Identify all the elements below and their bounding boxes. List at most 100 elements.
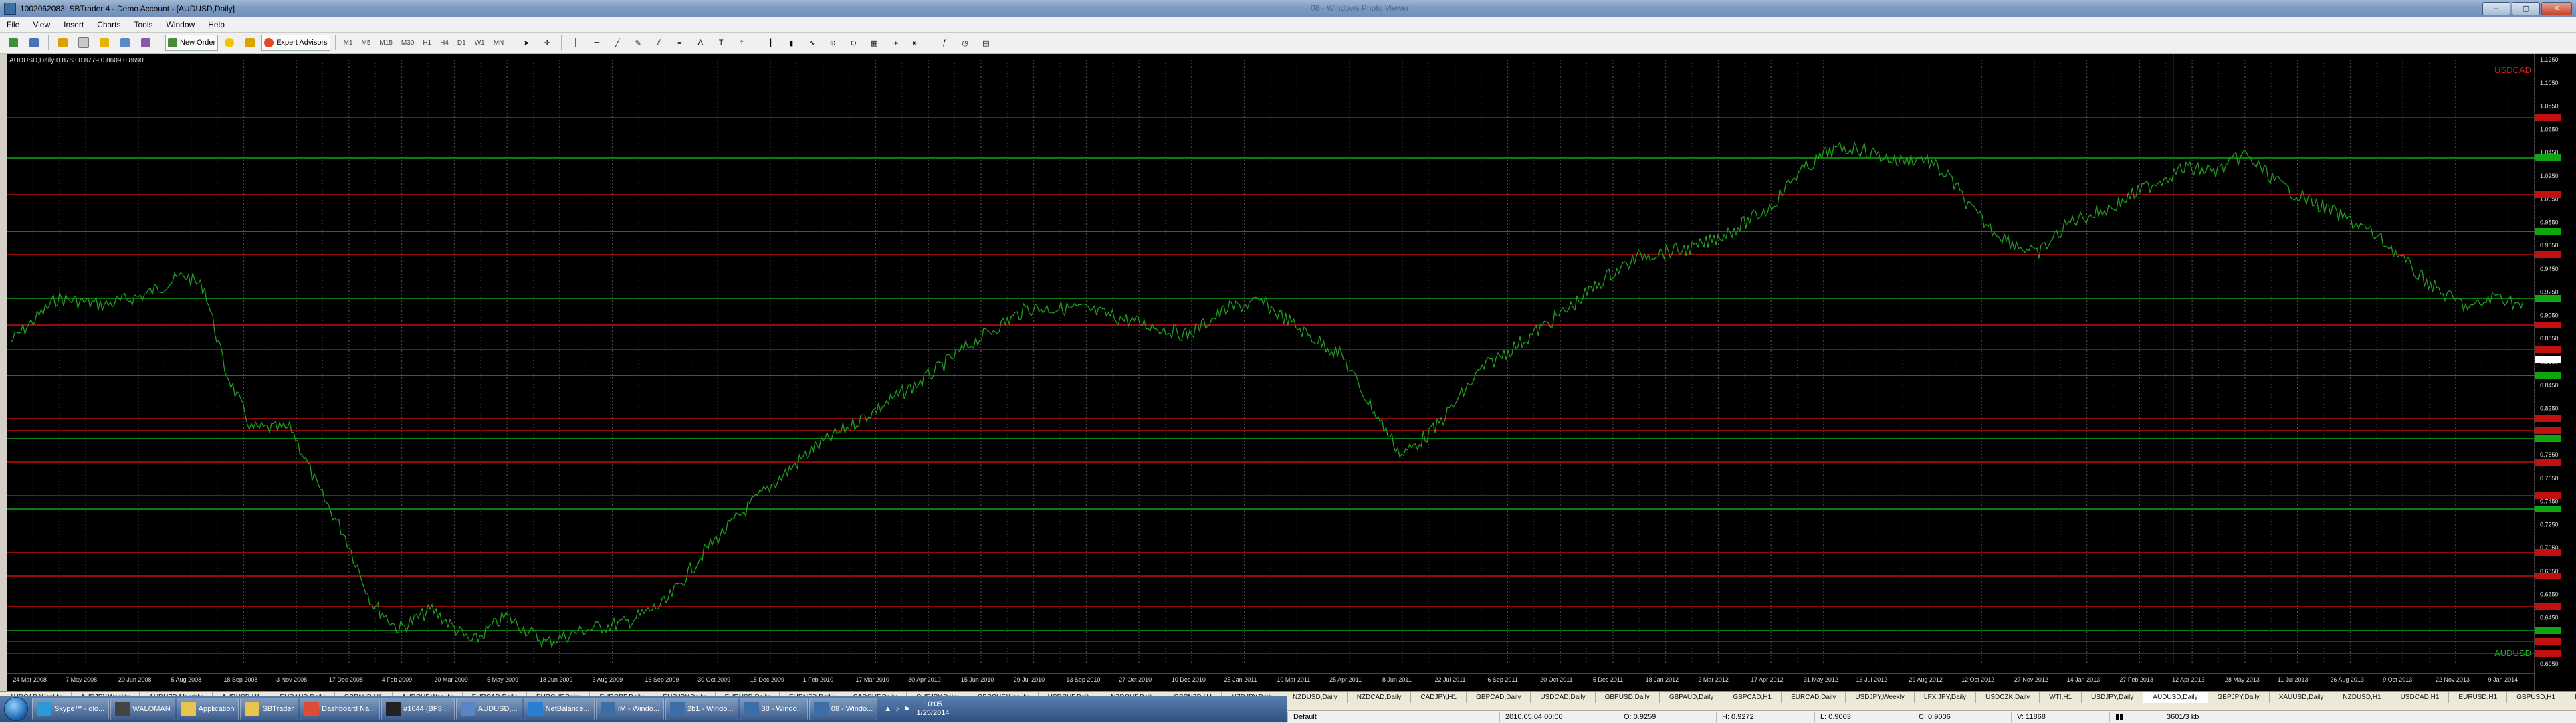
taskbar-item[interactable]: Dashboard Na...: [300, 698, 381, 720]
taskbar-item[interactable]: AUDUSD,...: [455, 698, 522, 720]
timeframe-d1[interactable]: D1: [454, 39, 469, 47]
chart-tab[interactable]: USDJPY,Weekly: [1846, 692, 1915, 703]
price-tick-label: 1.0850: [2540, 103, 2559, 110]
chart-tab[interactable]: AUDUSD,Daily: [2143, 692, 2208, 703]
new-order-button[interactable]: New Order: [165, 35, 219, 51]
zoom-out-icon[interactable]: ⊖: [844, 35, 863, 51]
taskbar-item[interactable]: Skype™ - dlo...: [32, 698, 110, 720]
network-icon[interactable]: ▲: [884, 705, 891, 713]
timeframe-mn[interactable]: MN: [490, 39, 508, 47]
channel-icon[interactable]: ⫽: [649, 35, 668, 51]
zoom-in-icon[interactable]: ⊕: [823, 35, 842, 51]
chart-tab[interactable]: EURUSD,H1: [2449, 692, 2508, 703]
templates-icon[interactable]: ▤: [976, 35, 995, 51]
timeframe-m15[interactable]: M15: [376, 39, 395, 47]
strategy-tester-icon[interactable]: [136, 35, 155, 51]
chart-tab[interactable]: GBPAUD,Daily: [1660, 692, 1724, 703]
trendline-icon[interactable]: ╱: [608, 35, 627, 51]
timeframe-m1[interactable]: M1: [340, 39, 356, 47]
profile-status[interactable]: Default: [1287, 712, 1499, 722]
volume-icon[interactable]: ♪: [895, 705, 899, 713]
timeframe-h4[interactable]: H4: [437, 39, 452, 47]
lock-icon[interactable]: [241, 35, 259, 51]
data-window-icon[interactable]: [74, 35, 93, 51]
taskbar-item[interactable]: 2b1 - Windo...: [665, 698, 738, 720]
periods-icon[interactable]: ◷: [956, 35, 974, 51]
chart-tab[interactable]: USDCZK,Daily: [1976, 692, 2040, 703]
horizontal-line-icon[interactable]: ─: [587, 35, 606, 51]
text-tool-icon[interactable]: A: [691, 35, 710, 51]
new-chart-icon[interactable]: [4, 35, 23, 51]
chart-tab[interactable]: NZDCAD,Daily: [1348, 692, 1412, 703]
chart-tab[interactable]: WTI,H1: [2040, 692, 2082, 703]
indicators-icon[interactable]: ƒ: [935, 35, 954, 51]
chart-tab[interactable]: USDJPY,Daily: [2082, 692, 2144, 703]
menu-tools[interactable]: Tools: [128, 20, 160, 29]
chart-tab[interactable]: EURJPY,H1: [2565, 692, 2576, 703]
chart-tab[interactable]: GBPCAD,H1: [1723, 692, 1782, 703]
taskbar-item[interactable]: WALOMAN: [110, 698, 175, 720]
vertical-line-icon[interactable]: │: [566, 35, 585, 51]
price-chart[interactable]: AUDUSD,Daily 0.8763 0.8779 0.8609 0.8690…: [7, 54, 2576, 691]
chart-canvas[interactable]: AUDUSD,Daily 0.8763 0.8779 0.8609 0.8690…: [7, 54, 2576, 691]
chart-tab[interactable]: USDCAD,H1: [2391, 692, 2450, 703]
fibonacci-icon[interactable]: ≡: [670, 35, 689, 51]
crosshair-icon[interactable]: ✛: [538, 35, 556, 51]
minimize-button[interactable]: –: [2482, 2, 2510, 15]
candlestick-icon[interactable]: ▮: [782, 35, 800, 51]
timeframe-m30[interactable]: M30: [398, 39, 417, 47]
profiles-icon[interactable]: [25, 35, 43, 51]
chart-tab[interactable]: GBPCAD,Daily: [1467, 692, 1531, 703]
chart-tab[interactable]: LFX:JPY,Daily: [1915, 692, 1977, 703]
menu-charts[interactable]: Charts: [90, 20, 127, 29]
menu-insert[interactable]: Insert: [57, 20, 90, 29]
taskbar-item[interactable]: 38 - Windo...: [739, 698, 808, 720]
autoscroll-icon[interactable]: ⇥: [885, 35, 904, 51]
taskbar-item[interactable]: #1044 (BF3 ...: [381, 698, 455, 720]
taskbar-item[interactable]: IM - Windo...: [595, 698, 665, 720]
taskbar-item[interactable]: SBTrader: [240, 698, 299, 720]
flag-icon[interactable]: ⚑: [903, 705, 910, 714]
chart-tab[interactable]: XAUUSD,Daily: [2270, 692, 2334, 703]
chart-tab[interactable]: GBPUSD,Daily: [1596, 692, 1660, 703]
bar-chart-icon[interactable]: ┃: [761, 35, 780, 51]
expert-advisors-button[interactable]: Expert Advisors: [261, 35, 330, 51]
chart-tab[interactable]: EURCAD,Daily: [1782, 692, 1846, 703]
taskbar-clock[interactable]: 10:05 1/25/2014: [917, 700, 950, 718]
menu-view[interactable]: View: [26, 20, 57, 29]
chart-shift-icon[interactable]: ⇤: [906, 35, 925, 51]
menu-help[interactable]: Help: [201, 20, 231, 29]
tile-windows-icon[interactable]: ▦: [865, 35, 883, 51]
timeframe-w1[interactable]: W1: [471, 39, 488, 47]
terminal-icon[interactable]: [116, 35, 134, 51]
connection-status-icon[interactable]: ▮▮: [2109, 712, 2161, 722]
menu-window[interactable]: Window: [160, 20, 202, 29]
chart-tab[interactable]: NZDUSD,H1: [2333, 692, 2391, 703]
taskbar-item[interactable]: Application: [176, 698, 239, 720]
chart-tab[interactable]: NZDUSD,Daily: [1283, 692, 1348, 703]
metaeditor-icon[interactable]: [220, 35, 239, 51]
chart-tab[interactable]: GBPJPY,Daily: [2208, 692, 2270, 703]
date-tick-label: 17 Apr 2012: [1751, 676, 1784, 683]
market-watch-icon[interactable]: [53, 35, 72, 51]
timeframe-m5[interactable]: M5: [358, 39, 374, 47]
price-tick-label: 0.7450: [2540, 498, 2559, 505]
maximize-button[interactable]: ▢: [2512, 2, 2540, 15]
chart-tab[interactable]: GBPUSD,H1: [2507, 692, 2566, 703]
start-button[interactable]: [4, 697, 28, 721]
text-label-icon[interactable]: T: [712, 35, 730, 51]
date-tick-label: 31 May 2012: [1804, 676, 1838, 683]
chart-tab[interactable]: CADJPY,H1: [1411, 692, 1467, 703]
taskbar-item[interactable]: NetBalance...: [523, 698, 595, 720]
menu-file[interactable]: File: [0, 20, 26, 29]
chart-tab[interactable]: USDCAD,Daily: [1531, 692, 1596, 703]
arrows-icon[interactable]: ⇡: [732, 35, 751, 51]
pencil-icon[interactable]: ✎: [629, 35, 647, 51]
line-chart-icon[interactable]: ∿: [802, 35, 821, 51]
timeframe-h1[interactable]: H1: [419, 39, 435, 47]
cursor-icon[interactable]: ➤: [517, 35, 536, 51]
taskbar-item[interactable]: 08 - Windo...: [809, 698, 878, 720]
navigator-icon[interactable]: [95, 35, 114, 51]
close-button[interactable]: ✕: [2541, 2, 2572, 15]
expert-advisors-label: Expert Advisors: [276, 39, 328, 47]
